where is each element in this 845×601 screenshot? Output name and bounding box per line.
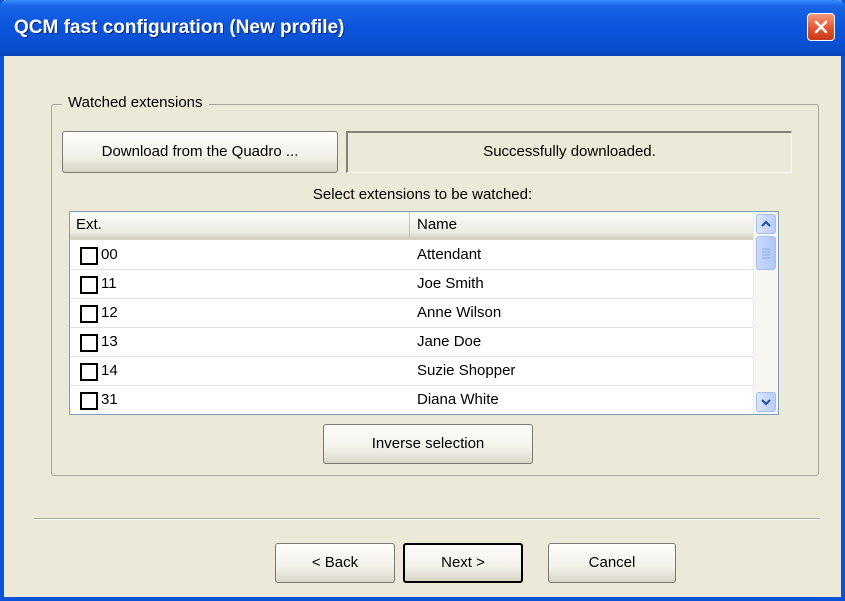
cell-ext: 14 [101, 362, 118, 379]
cell-ext: 13 [101, 333, 118, 350]
download-status-field: Successfully downloaded. [346, 131, 792, 173]
title-bar[interactable]: QCM fast configuration (New profile) [0, 0, 845, 56]
grip-icon [762, 248, 770, 259]
list-item[interactable]: 00 Attendant [70, 241, 754, 270]
list-item[interactable]: 14 Suzie Shopper [70, 357, 754, 386]
list-rows: 00 Attendant 11 Joe Smith 12 Anne Wilson… [70, 241, 754, 414]
download-button[interactable]: Download from the Quadro ... [62, 131, 338, 173]
window-title: QCM fast configuration (New profile) [14, 17, 345, 38]
column-header-name[interactable]: Name [411, 212, 754, 238]
list-header: Ext. Name [70, 212, 754, 240]
cell-ext: 31 [101, 391, 118, 408]
cell-ext: 12 [101, 304, 118, 321]
extensions-list[interactable]: Ext. Name 00 Attendant 11 Joe Smith 12 A… [69, 211, 779, 415]
group-legend: Watched extensions [62, 94, 209, 111]
close-icon [814, 20, 828, 34]
checkbox[interactable] [80, 392, 98, 410]
next-button[interactable]: Next > [403, 543, 523, 583]
chevron-down-icon [761, 399, 771, 406]
chevron-up-icon [761, 220, 771, 227]
vertical-scrollbar[interactable] [753, 212, 778, 414]
cell-ext: 11 [101, 275, 117, 292]
scroll-down-button[interactable] [756, 392, 776, 412]
checkbox[interactable] [80, 276, 98, 294]
list-item[interactable]: 12 Anne Wilson [70, 299, 754, 328]
list-item[interactable]: 11 Joe Smith [70, 270, 754, 299]
cell-name: Joe Smith [417, 275, 484, 292]
column-header-ext[interactable]: Ext. [70, 212, 410, 238]
inverse-selection-button[interactable]: Inverse selection [323, 424, 533, 464]
cell-name: Suzie Shopper [417, 362, 516, 379]
close-button[interactable] [807, 13, 835, 41]
checkbox[interactable] [80, 334, 98, 352]
checkbox[interactable] [80, 363, 98, 381]
cell-name: Diana White [417, 391, 499, 408]
cell-name: Anne Wilson [417, 304, 502, 321]
list-item[interactable]: 31 Diana White [70, 386, 754, 414]
footer-separator [34, 518, 820, 520]
cell-name: Jane Doe [417, 333, 482, 350]
back-button[interactable]: < Back [275, 543, 395, 583]
checkbox[interactable] [80, 247, 98, 265]
cell-name: Attendant [417, 246, 482, 263]
cell-ext: 00 [101, 246, 118, 263]
checkbox[interactable] [80, 305, 98, 323]
scroll-up-button[interactable] [756, 214, 776, 234]
cancel-button[interactable]: Cancel [548, 543, 676, 583]
select-extensions-label: Select extensions to be watched: [312, 186, 533, 203]
scroll-thumb[interactable] [756, 236, 776, 270]
list-item[interactable]: 13 Jane Doe [70, 328, 754, 357]
